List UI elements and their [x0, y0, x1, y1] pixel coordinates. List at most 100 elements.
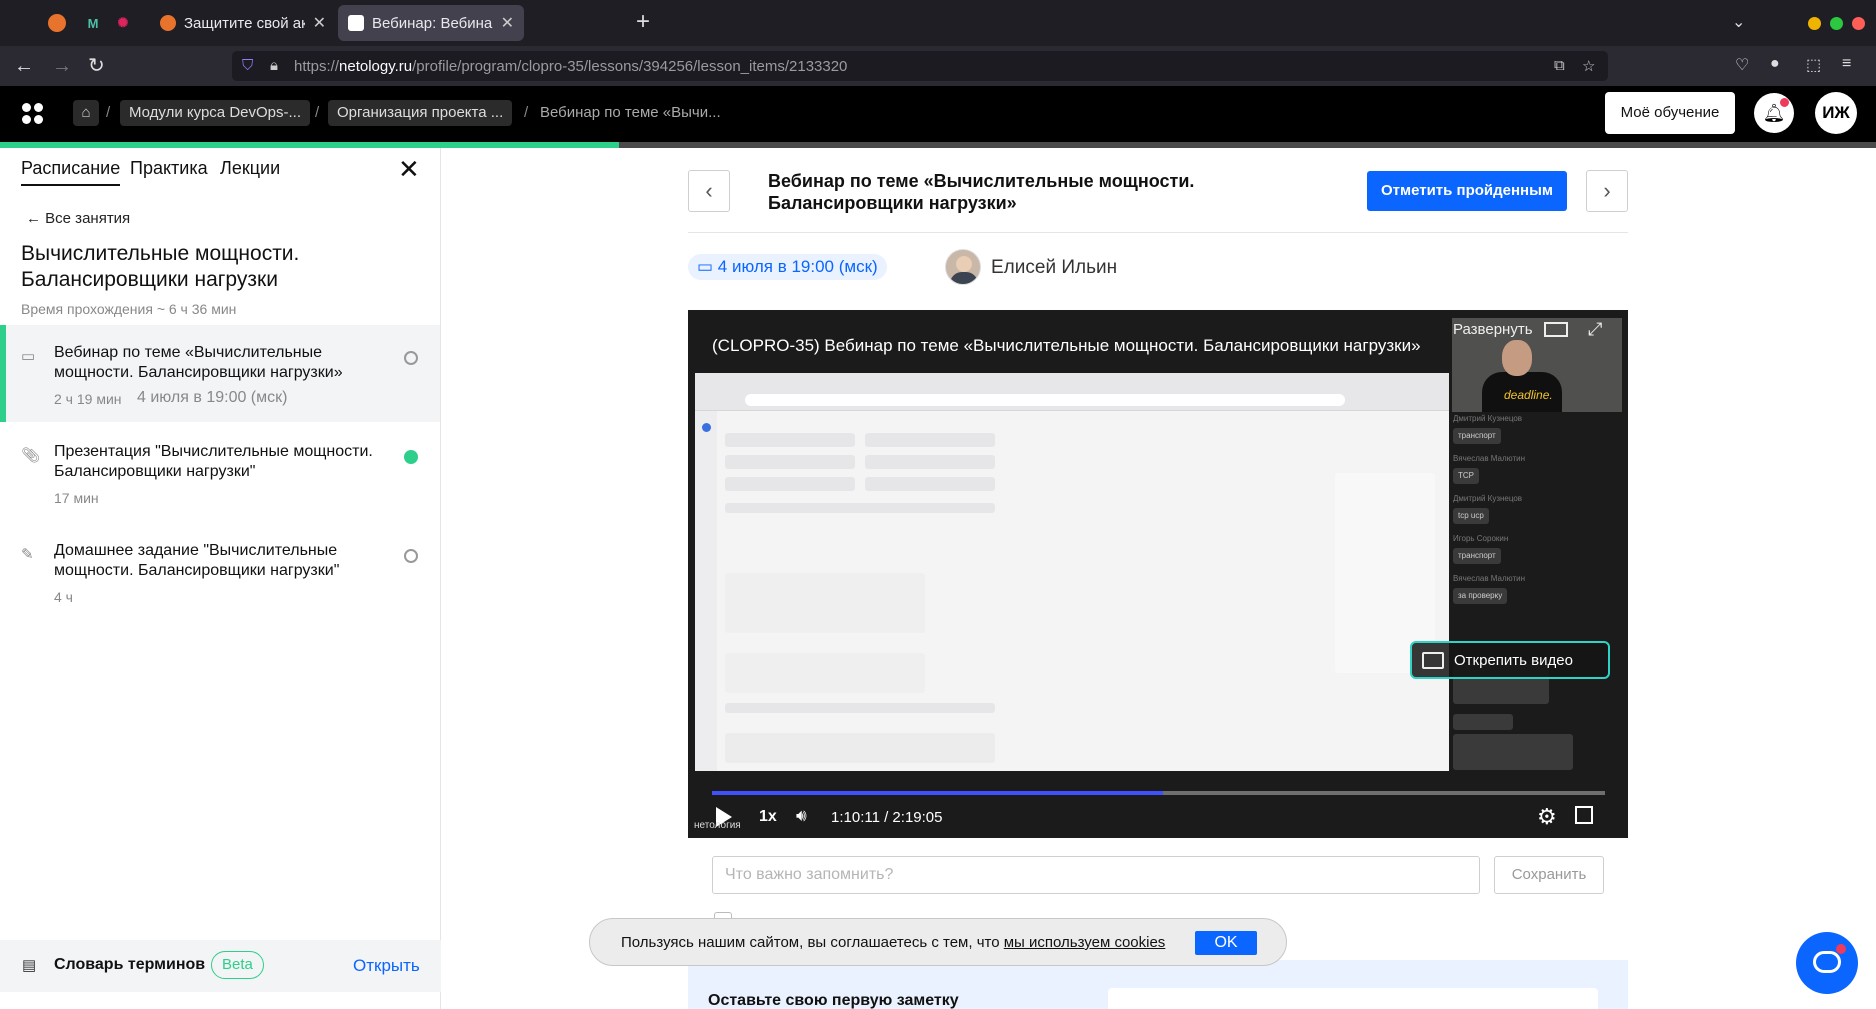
lesson-item-homework[interactable]: ✎ Домашнее задание "Вычислительные мощно…	[0, 523, 440, 620]
netology-favicon-icon	[348, 15, 364, 31]
shield-icon[interactable]: ⛉	[242, 57, 253, 74]
browser-tabbar: M ✺ Защитите свой аккаунт ✕ Вебинар: Веб…	[0, 0, 1876, 46]
cookie-policy-link[interactable]: мы используем cookies	[1004, 934, 1166, 951]
bookmark-star-icon[interactable]: ☆	[1582, 57, 1595, 75]
video-seek-fill	[712, 791, 1163, 795]
divider	[688, 232, 1628, 233]
expand-label[interactable]: Развернуть	[1453, 321, 1533, 338]
menu-icon[interactable]: ≡	[1842, 55, 1851, 73]
note-input[interactable]	[712, 856, 1480, 894]
glossary-title: Словарь терминов	[54, 956, 206, 973]
video-seek-bar[interactable]	[712, 791, 1605, 795]
cookie-banner: Пользуясь нашим сайтом, вы соглашаетесь …	[589, 918, 1287, 966]
paperclip-icon: 📎︎	[21, 447, 41, 464]
close-window-button[interactable]	[1852, 17, 1865, 30]
home-icon[interactable]: ⌂	[73, 100, 99, 126]
unpin-icon	[1422, 652, 1444, 669]
url-text[interactable]: https://netology.ru/profile/program/clop…	[294, 58, 847, 75]
reload-icon[interactable]: ↻	[88, 54, 105, 78]
notes-card	[1108, 988, 1598, 1009]
lesson-duration: 2 ч 19 мин	[54, 391, 122, 407]
previous-lesson-button[interactable]: ‹	[688, 170, 730, 212]
tab-title: Вебинар: Вебинар по теме	[372, 14, 493, 32]
course-title: Вычислительные мощности. Балансировщики …	[21, 242, 300, 291]
lesson-item-presentation[interactable]: 📎︎ Презентация "Вычислительные мощности.…	[0, 424, 440, 521]
glossary-bar: ▤ Словарь терминов Beta Открыть	[0, 940, 441, 992]
extensions-icon[interactable]: ⬚	[1806, 55, 1821, 75]
tab-practice[interactable]: Практика	[130, 158, 208, 184]
glossary-open-link[interactable]: Открыть	[353, 956, 420, 976]
breadcrumb-modules[interactable]: Модули курса DevOps-...	[120, 100, 310, 126]
lesson-duration: 17 мин	[54, 490, 99, 506]
minimize-button[interactable]	[1808, 17, 1821, 30]
url-bar[interactable]: ⛉ 🔒︎ https://netology.ru/profile/program…	[232, 51, 1608, 81]
pinned-tab-icon[interactable]: M	[80, 10, 106, 36]
tab-webinar[interactable]: Вебинар: Вебинар по теме ✕	[338, 5, 524, 41]
tab-security[interactable]: Защитите свой аккаунт ✕	[150, 5, 336, 41]
tab-schedule[interactable]: Расписание	[21, 158, 121, 186]
chat-bubble-icon	[1813, 951, 1841, 973]
site-header: ⌂ / Модули курса DevOps-... / Организаци…	[0, 86, 1876, 142]
back-arrow-icon[interactable]: ←	[14, 54, 34, 78]
mark-done-button[interactable]: Отметить пройденным	[1367, 171, 1567, 211]
video-icon: ▭	[21, 348, 36, 365]
unpin-video-button[interactable]: Открепить видео	[1410, 641, 1610, 679]
browser-navbar: ← → ↻ ⛉ 🔒︎ https://netology.ru/profile/p…	[0, 46, 1876, 86]
edit-icon: ✎	[21, 546, 34, 563]
playback-speed-button[interactable]: 1x	[759, 808, 777, 826]
settings-gear-icon[interactable]: ⚙	[1537, 804, 1557, 830]
fullscreen-arrows-icon[interactable]: ⤢	[1588, 319, 1602, 340]
notifications-bell-icon[interactable]: 🔔︎	[1754, 93, 1794, 133]
firefox-favicon-icon	[160, 15, 176, 31]
save-note-button[interactable]: Сохранить	[1494, 856, 1604, 894]
user-avatar[interactable]: ИЖ	[1815, 92, 1857, 134]
account-icon[interactable]: ●	[1770, 55, 1780, 73]
firefox-icon[interactable]	[48, 14, 66, 32]
chevron-left-icon: ‹	[705, 178, 713, 203]
webinar-date-badge: ▭ 4 июля в 19:00 (мск)	[688, 254, 887, 280]
notes-empty-heading: Оставьте свою первую заметку	[708, 992, 959, 1009]
tab-list-chevron-icon[interactable]: ⌄	[1732, 12, 1745, 32]
volume-icon[interactable]: 🔊︎	[796, 806, 807, 826]
notes-panel: Оставьте свою первую заметку	[688, 960, 1628, 1009]
lesson-title: Вебинар по теме «Вычислительные мощности…	[54, 344, 343, 381]
maximize-button[interactable]	[1830, 17, 1843, 30]
video-time: 1:10:11 / 2:19:05	[831, 809, 943, 826]
close-tab-icon[interactable]: ✕	[313, 13, 326, 33]
all-lessons-link[interactable]: ← Все занятия	[26, 210, 130, 227]
breadcrumb-current: Вебинар по теме «Вычи...	[540, 104, 721, 121]
next-lesson-button[interactable]: ›	[1586, 170, 1628, 212]
my-learning-button[interactable]: Моё обучение	[1605, 92, 1735, 134]
lesson-title: Домашнее задание "Вычислительные мощност…	[54, 542, 340, 579]
lesson-date: 4 июля в 19:00 (мск)	[137, 389, 288, 406]
cookie-text: Пользуясь нашим сайтом, вы соглашаетесь …	[621, 934, 1166, 951]
course-duration: Время прохождения ~ 6 ч 36 мин	[21, 301, 237, 317]
chat-notification-dot	[1836, 944, 1846, 954]
new-tab-button[interactable]: +	[636, 10, 650, 34]
netology-logo-icon[interactable]	[22, 103, 44, 125]
lesson-status-circle	[404, 351, 418, 365]
lesson-title: Презентация "Вычислительные мощности. Ба…	[54, 443, 373, 480]
netology-watermark: нетология	[694, 820, 741, 831]
forward-arrow-icon[interactable]: →	[52, 54, 72, 78]
video-chat: Дмитрий Кузнецов транспорт Вячеслав Малю…	[1453, 414, 1623, 834]
lesson-item-webinar[interactable]: ▭ Вебинар по теме «Вычислительные мощнос…	[0, 325, 440, 422]
breadcrumb-project[interactable]: Организация проекта ...	[328, 100, 513, 126]
tab-lectures[interactable]: Лекции	[220, 158, 280, 184]
theater-mode-icon[interactable]	[1544, 322, 1568, 337]
close-sidebar-icon[interactable]: ✕	[398, 156, 420, 182]
picture-in-picture-icon[interactable]: ⧉	[1554, 57, 1565, 74]
video-title: (CLOPRO-35) Вебинар по теме «Вычислитель…	[712, 336, 1421, 355]
video-player[interactable]: (CLOPRO-35) Вебинар по теме «Вычислитель…	[688, 310, 1628, 838]
pinned-tab-gear-icon[interactable]: ✺	[110, 10, 136, 36]
pocket-icon[interactable]: ♡	[1735, 55, 1749, 75]
support-chat-button[interactable]	[1796, 932, 1858, 994]
lesson-sidebar: Расписание Практика Лекции ✕ ← Все занят…	[0, 148, 441, 1009]
chevron-right-icon: ›	[1603, 178, 1611, 203]
cookie-ok-button[interactable]: OK	[1195, 931, 1257, 955]
close-tab-icon[interactable]: ✕	[501, 13, 514, 33]
fullscreen-icon[interactable]	[1575, 806, 1593, 824]
lock-icon[interactable]: 🔒︎	[270, 57, 278, 74]
notification-dot	[1780, 98, 1789, 107]
video-camera-icon: ▭	[697, 257, 718, 276]
